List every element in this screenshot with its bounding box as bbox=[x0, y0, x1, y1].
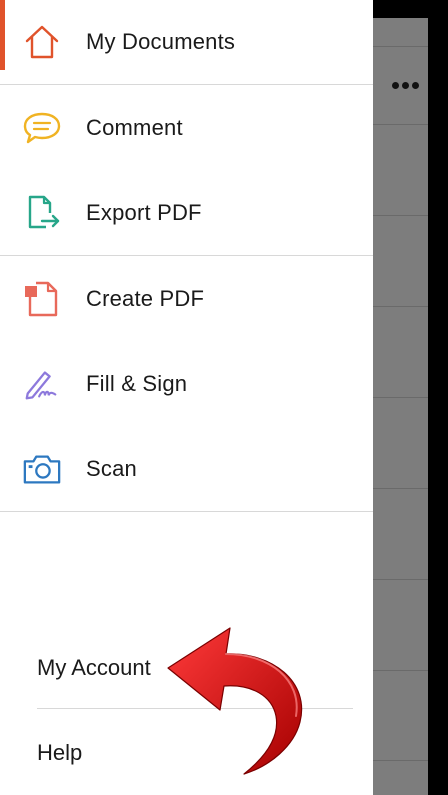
background-divider bbox=[373, 46, 428, 47]
more-options-icon[interactable] bbox=[392, 78, 422, 92]
menu-item-label: Create PDF bbox=[86, 286, 205, 311]
export-pdf-icon bbox=[22, 193, 62, 233]
menu-item-label: My Documents bbox=[86, 29, 236, 54]
home-icon bbox=[22, 22, 62, 62]
comment-icon bbox=[22, 108, 62, 148]
menu-item-label: Scan bbox=[86, 456, 137, 481]
menu-item-my-documents[interactable]: My Documents bbox=[0, 0, 373, 84]
menu-item-label: Fill & Sign bbox=[86, 371, 188, 396]
background-divider bbox=[373, 215, 428, 216]
my-account-link[interactable]: My Account bbox=[37, 655, 151, 681]
background-divider bbox=[373, 306, 428, 307]
background-divider bbox=[373, 579, 428, 580]
background-list bbox=[373, 18, 428, 795]
menu-item-fill-sign[interactable]: Fill & Sign bbox=[0, 342, 373, 426]
divider bbox=[0, 84, 373, 85]
divider bbox=[0, 255, 373, 256]
menu-item-label: Export PDF bbox=[86, 200, 202, 225]
divider bbox=[0, 511, 373, 512]
active-indicator bbox=[0, 0, 5, 70]
background-divider bbox=[373, 670, 428, 671]
menu-item-scan[interactable]: Scan bbox=[0, 427, 373, 511]
background-divider bbox=[373, 397, 428, 398]
background-divider bbox=[373, 488, 428, 489]
background-divider bbox=[373, 124, 428, 125]
help-link[interactable]: Help bbox=[37, 740, 82, 766]
menu-item-create-pdf[interactable]: Create PDF bbox=[0, 257, 373, 341]
camera-icon bbox=[22, 449, 62, 489]
menu-item-label: Comment bbox=[86, 115, 183, 140]
menu-item-export-pdf[interactable]: Export PDF bbox=[0, 171, 373, 255]
background-divider bbox=[373, 760, 428, 761]
annotation-arrow bbox=[167, 627, 303, 775]
fill-sign-icon bbox=[22, 364, 62, 404]
create-pdf-icon bbox=[22, 279, 62, 319]
menu-item-comment[interactable]: Comment bbox=[0, 86, 373, 170]
